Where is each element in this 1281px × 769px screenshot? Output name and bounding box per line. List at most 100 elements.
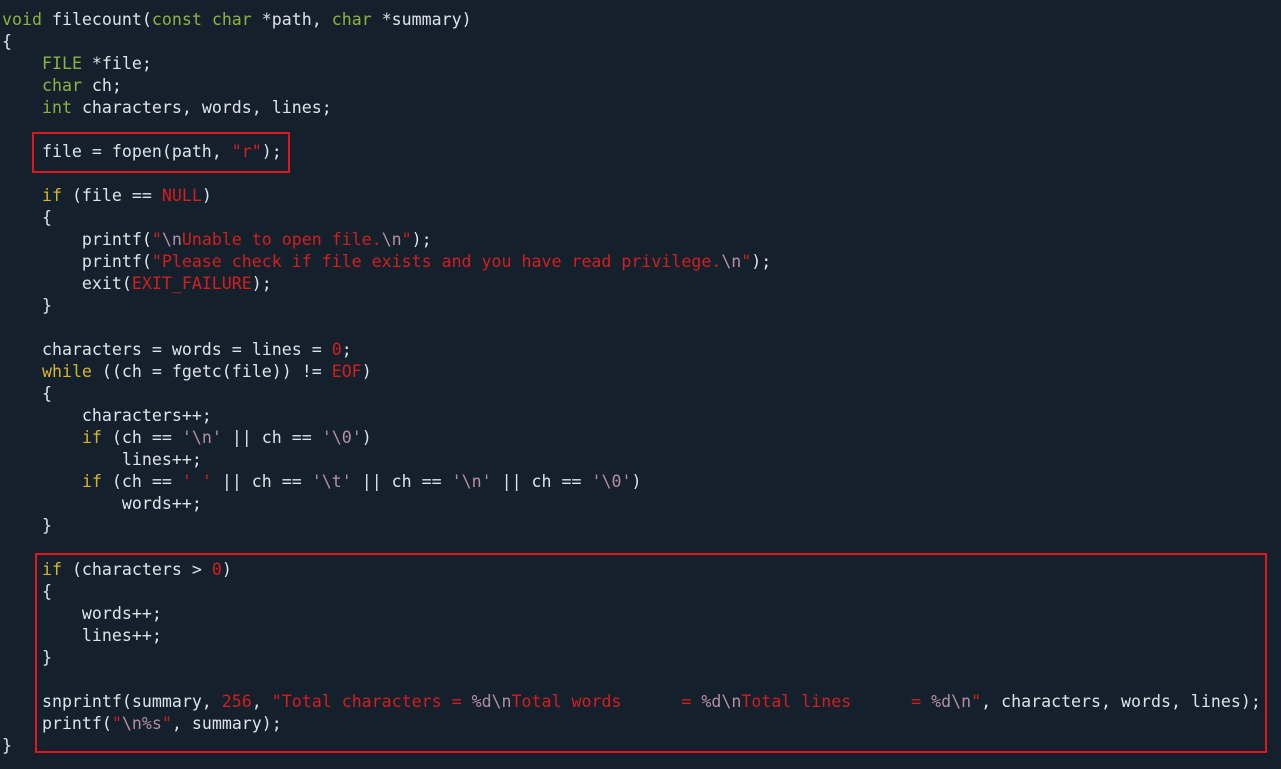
code-token: "	[401, 230, 412, 249]
code-line: while ((ch = fgetc(file)) != EOF)	[2, 361, 372, 383]
code-token: ((ch = fgetc(file)) !=	[91, 362, 332, 381]
code-token: "Please check if file exists and you hav…	[151, 252, 722, 271]
code-token: "	[151, 230, 162, 249]
code-token: characters = words = lines =	[2, 340, 332, 359]
code-token: \n	[161, 230, 182, 249]
code-token: );	[251, 274, 272, 293]
code-line: void filecount(const char *path, char *s…	[2, 9, 472, 31]
code-token: \n%s	[121, 714, 162, 733]
code-token: ,	[251, 692, 272, 711]
code-token: printf(	[2, 714, 112, 733]
code-token: {	[2, 32, 12, 51]
code-token: EXIT_FAILURE	[131, 274, 252, 293]
code-line: printf("Please check if file exists and …	[2, 251, 771, 273]
code-token: '\n'	[181, 428, 222, 447]
code-line: exit(EXIT_FAILURE);	[2, 273, 272, 295]
code-line: if (ch == ' ' || ch == '\t' || ch == '\n…	[2, 471, 642, 493]
code-token: char	[331, 10, 372, 29]
code-token: void	[2, 10, 42, 29]
code-token: int	[41, 98, 72, 117]
code-line: }	[2, 515, 52, 537]
code-token: '\0'	[321, 428, 362, 447]
code-token: "Total characters =	[271, 692, 472, 711]
code-token: );	[751, 252, 772, 271]
code-token: Total words =	[511, 692, 702, 711]
code-token: );	[261, 142, 282, 161]
code-token: %d\n	[471, 692, 512, 711]
code-token: *summary)	[371, 10, 472, 29]
code-token: \n	[381, 230, 402, 249]
code-line: if (file == NULL)	[2, 185, 212, 207]
code-token: *path,	[251, 10, 332, 29]
code-token: words++;	[2, 604, 162, 623]
code-token: , summary);	[171, 714, 282, 733]
code-line: lines++;	[2, 625, 162, 647]
code-token: )	[631, 472, 642, 491]
code-token: if	[81, 428, 102, 447]
code-token: NULL	[161, 186, 202, 205]
code-token: || ch ==	[351, 472, 452, 491]
code-line: {	[2, 383, 52, 405]
code-token: exit(	[2, 274, 132, 293]
code-line: if (characters > 0)	[2, 559, 232, 581]
code-token: characters, words, lines;	[71, 98, 332, 117]
code-line: printf("\n%s", summary);	[2, 713, 282, 735]
code-token: ' '	[181, 472, 212, 491]
code-token: }	[2, 648, 52, 667]
code-token: filecount(	[41, 10, 152, 29]
code-token: lines++;	[2, 626, 162, 645]
code-token: Total lines =	[741, 692, 932, 711]
code-token: FILE	[41, 54, 82, 73]
code-token: {	[2, 208, 52, 227]
code-token: (file ==	[61, 186, 162, 205]
code-token: printf(	[2, 252, 152, 271]
code-token: ch;	[81, 76, 122, 95]
code-line: printf("\nUnable to open file.\n");	[2, 229, 432, 251]
code-token: \n	[721, 252, 742, 271]
code-token: || ch ==	[211, 472, 312, 491]
code-token: }	[2, 736, 12, 755]
code-token: (ch ==	[101, 428, 182, 447]
code-token: 0	[331, 340, 342, 359]
code-token: (ch ==	[101, 472, 182, 491]
code-token: snprintf(summary,	[2, 692, 222, 711]
code-token: char	[41, 76, 82, 95]
code-line: characters = words = lines = 0;	[2, 339, 352, 361]
code-token: ;	[341, 340, 352, 359]
code-line: words++;	[2, 603, 162, 625]
code-line: {	[2, 207, 52, 229]
code-token: );	[411, 230, 432, 249]
code-token: , characters, words, lines);	[981, 692, 1261, 711]
code-token: if	[81, 472, 102, 491]
code-line: if (ch == '\n' || ch == '\0')	[2, 427, 372, 449]
code-token: )	[221, 560, 232, 579]
code-line: lines++;	[2, 449, 202, 471]
code-token: file = fopen(path,	[2, 142, 232, 161]
code-token: )	[201, 186, 212, 205]
code-token: {	[2, 384, 52, 403]
code-editor[interactable]: void filecount(const char *path, char *s…	[0, 0, 1281, 769]
code-token: (characters >	[61, 560, 212, 579]
code-token: EOF	[331, 362, 362, 381]
code-token: "	[111, 714, 122, 733]
code-line: int characters, words, lines;	[2, 97, 332, 119]
code-line: }	[2, 647, 52, 669]
code-token: }	[2, 516, 52, 535]
code-token: if	[41, 560, 62, 579]
code-token: '\n'	[451, 472, 492, 491]
code-token: 0	[211, 560, 222, 579]
code-token: "	[971, 692, 982, 711]
code-token: Unable to open file.	[181, 230, 382, 249]
code-token: 256	[221, 692, 252, 711]
code-token: "r"	[231, 142, 262, 161]
code-token: characters++;	[2, 406, 212, 425]
code-token: lines++;	[2, 450, 202, 469]
code-token: )	[361, 362, 372, 381]
